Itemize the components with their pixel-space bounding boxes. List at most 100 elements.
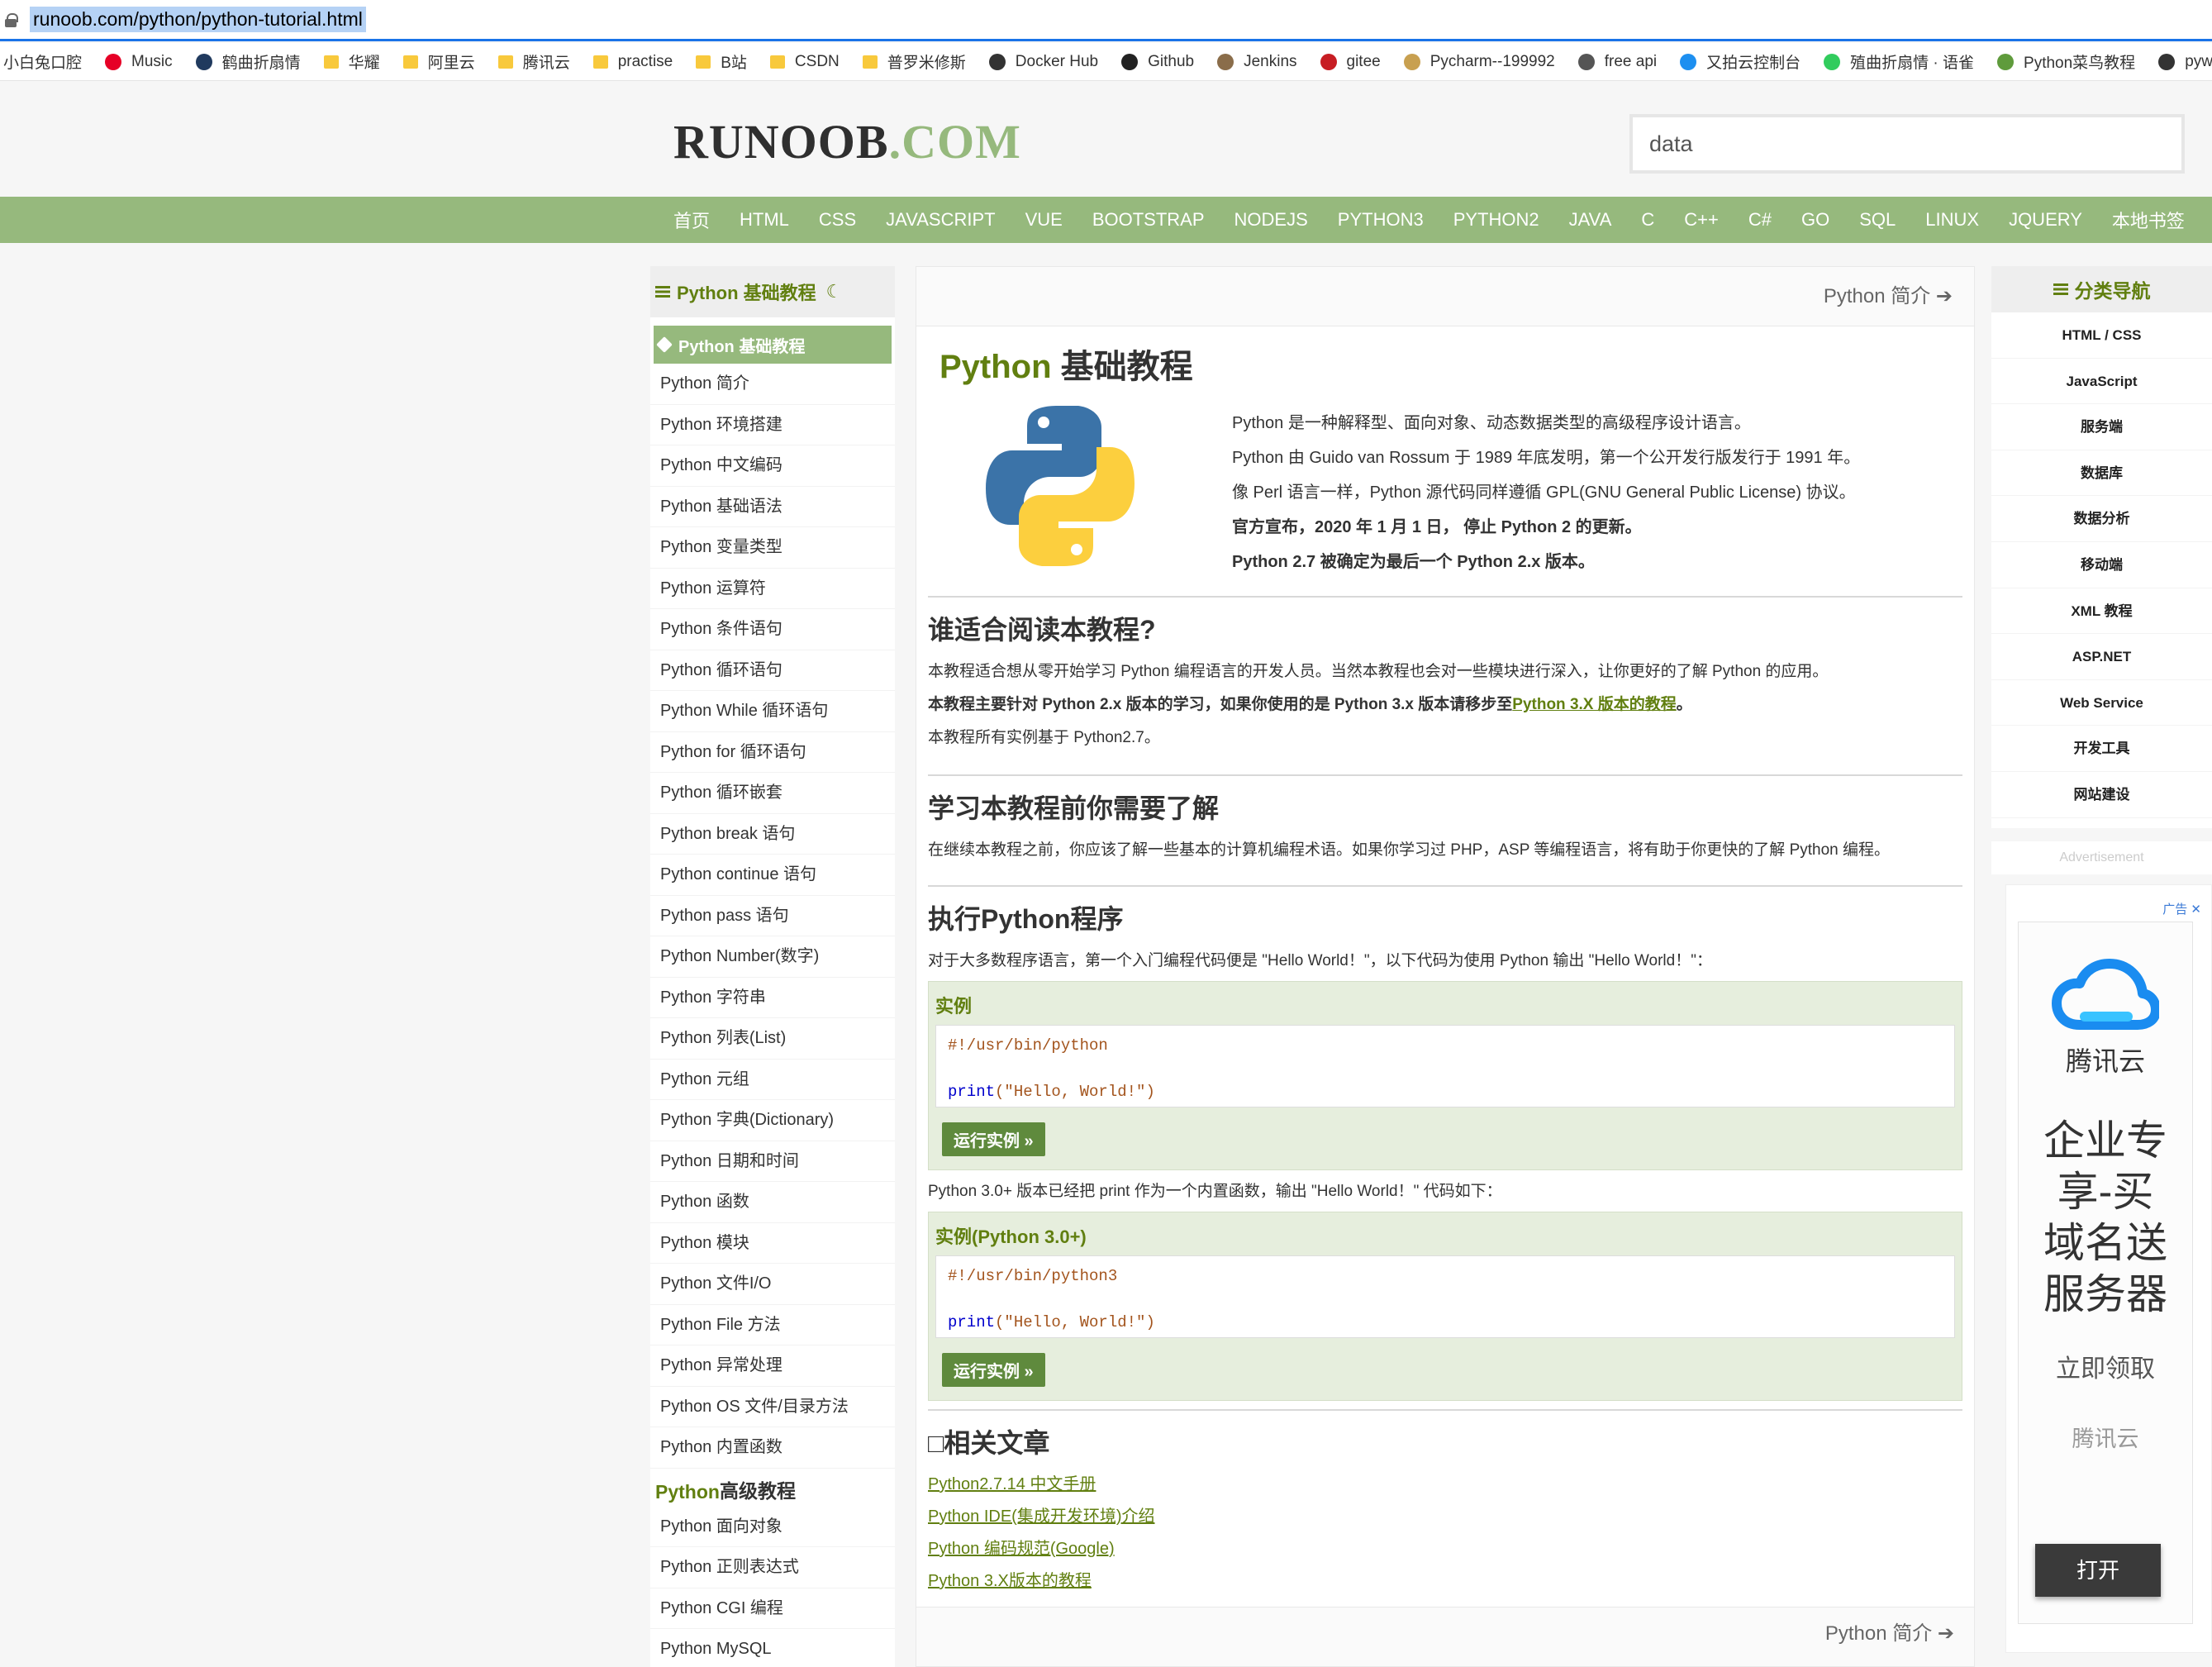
code-block[interactable]: #!/usr/bin/python print("Hello, World!") xyxy=(935,1025,1955,1107)
sidebar-item[interactable]: Python File 方法 xyxy=(650,1305,895,1346)
sidebar-item[interactable]: Python MySQL xyxy=(650,1629,895,1667)
sidebar-item[interactable]: Python 正则表达式 xyxy=(650,1547,895,1588)
nav-link[interactable]: HTML xyxy=(740,209,789,231)
category-link[interactable]: 数据分析 xyxy=(1991,496,2212,542)
sidebar-item[interactable]: Python 元组 xyxy=(650,1060,895,1100)
sidebar-item[interactable]: Python 文件I/O xyxy=(650,1264,895,1305)
sidebar-item[interactable]: Python 变量类型 xyxy=(650,527,895,569)
category-link[interactable]: JavaScript xyxy=(1991,359,2212,405)
ad-box[interactable]: 广告 ✕ 腾讯云 企业专 享-买 域名送 服务器 立即领取 腾讯云 打开 xyxy=(2005,884,2212,1653)
nav-link[interactable]: BOOTSTRAP xyxy=(1092,209,1205,231)
nav-link[interactable]: 首页 xyxy=(673,207,710,233)
nav-link[interactable]: PYTHON2 xyxy=(1453,209,1539,231)
next-page-link[interactable]: Python 简介 ➔ xyxy=(916,267,1974,326)
sidebar-item[interactable]: Python 运算符 xyxy=(650,569,895,609)
bookmark-item[interactable]: 小白兔口腔 xyxy=(3,50,82,73)
sidebar-item[interactable]: Python 循环语句 xyxy=(650,650,895,691)
sidebar-item[interactable]: Python OS 文件/目录方法 xyxy=(650,1387,895,1427)
nav-link[interactable]: JQUERY xyxy=(2009,209,2082,231)
nav-link[interactable]: C xyxy=(1641,209,1654,231)
moon-icon[interactable]: ☾ xyxy=(826,281,843,302)
sidebar-item[interactable]: Python 字典(Dictionary) xyxy=(650,1100,895,1141)
category-link[interactable]: XML 教程 xyxy=(1991,588,2212,635)
sidebar-item[interactable]: Python 列表(List) xyxy=(650,1018,895,1060)
sidebar-item[interactable]: Python CGI 编程 xyxy=(650,1588,895,1629)
related-article-link[interactable]: Python2.7.14 中文手册 xyxy=(928,1469,1962,1501)
runoob-logo[interactable]: RUNOOB.COM xyxy=(673,114,1021,169)
sidebar-item[interactable]: Python 内置函数 xyxy=(650,1427,895,1469)
category-link[interactable]: 网站建设 xyxy=(1991,772,2212,818)
category-link[interactable]: 服务端 xyxy=(1991,404,2212,450)
bookmark-item[interactable]: B站 xyxy=(696,50,747,73)
nav-link[interactable]: PYTHON3 xyxy=(1338,209,1424,231)
sidebar-item[interactable]: Python 日期和时间 xyxy=(650,1141,895,1182)
bookmark-item[interactable]: practise xyxy=(592,53,673,71)
bookmark-item[interactable]: Music xyxy=(105,53,173,71)
ad-content[interactable]: 腾讯云 企业专 享-买 域名送 服务器 立即领取 腾讯云 打开 xyxy=(2018,922,2193,1624)
address-bar[interactable]: runoob.com/python/python-tutorial.html xyxy=(0,0,2212,41)
category-link[interactable]: 移动端 xyxy=(1991,542,2212,588)
category-link[interactable]: 数据库 xyxy=(1991,450,2212,497)
sidebar-item[interactable]: Python pass 语句 xyxy=(650,896,895,936)
bookmark-item[interactable]: Github xyxy=(1121,53,1194,71)
nav-link[interactable]: GO xyxy=(1801,209,1829,231)
sidebar-item[interactable]: Python 中文编码 xyxy=(650,445,895,487)
nav-link[interactable]: C++ xyxy=(1684,209,1719,231)
sidebar-item[interactable]: Python 函数 xyxy=(650,1182,895,1223)
bookmark-item[interactable]: CSDN xyxy=(769,53,840,71)
nav-link[interactable]: SQL xyxy=(1859,209,1896,231)
sidebar-item[interactable]: Python 环境搭建 xyxy=(650,405,895,445)
bookmark-item[interactable]: Pycharm--199992 xyxy=(1403,53,1555,71)
bookmark-item[interactable]: 阿里云 xyxy=(402,50,475,73)
bookmark-item[interactable]: 普罗米修斯 xyxy=(862,50,966,73)
related-article-link[interactable]: Python 3.X版本的教程 xyxy=(928,1565,1962,1598)
sidebar-item[interactable]: Python break 语句 xyxy=(650,814,895,855)
python3-tutorial-link[interactable]: Python 3.X 版本的教程 xyxy=(1512,696,1676,713)
bookmark-item[interactable]: pywin xyxy=(2158,53,2212,71)
sidebar-item[interactable]: Python 条件语句 xyxy=(650,609,895,650)
nav-link[interactable]: LINUX xyxy=(1925,209,1979,231)
nav-link[interactable]: VUE xyxy=(1025,209,1063,231)
sidebar-item[interactable]: Python 字符串 xyxy=(650,978,895,1018)
sidebar-item[interactable]: Python 异常处理 xyxy=(650,1346,895,1387)
bookmark-item[interactable]: 华耀 xyxy=(323,50,380,73)
nav-link[interactable]: JAVA xyxy=(1569,209,1612,231)
sidebar-item[interactable]: Python 循环嵌套 xyxy=(650,773,895,814)
bookmark-item[interactable]: gitee xyxy=(1320,53,1381,71)
search-input[interactable]: data xyxy=(1629,114,2185,174)
sidebar-item[interactable]: Python 基础语法 xyxy=(650,487,895,527)
category-link[interactable]: HTML / CSS xyxy=(1991,312,2212,359)
nav-link[interactable]: C# xyxy=(1748,209,1772,231)
ad-close-icon[interactable]: 广告 ✕ xyxy=(2162,900,2201,917)
bookmark-item[interactable]: 腾讯云 xyxy=(497,50,570,73)
nav-link[interactable]: 本地书签 xyxy=(2112,207,2185,233)
code-block[interactable]: #!/usr/bin/python3 print("Hello, World!"… xyxy=(935,1255,1955,1338)
bookmark-item[interactable]: free api xyxy=(1577,53,1657,71)
run-example-button[interactable]: 运行实例 » xyxy=(942,1122,1045,1156)
ad-open-button[interactable]: 打开 xyxy=(2035,1544,2161,1597)
bookmark-item[interactable]: Docker Hub xyxy=(988,53,1098,71)
sidebar-item[interactable]: Python 模块 xyxy=(650,1223,895,1264)
bookmark-item[interactable]: 鹤曲折扇情 xyxy=(195,50,301,73)
bookmark-item[interactable]: 又拍云控制台 xyxy=(1680,50,1801,73)
nav-link[interactable]: CSS xyxy=(819,209,856,231)
bookmark-item[interactable]: Python菜鸟教程 xyxy=(1997,50,2135,73)
nav-link[interactable]: NODEJS xyxy=(1234,209,1308,231)
nav-link[interactable]: JAVASCRIPT xyxy=(886,209,995,231)
sidebar-item[interactable]: Python While 循环语句 xyxy=(650,691,895,732)
category-link[interactable]: Web Service xyxy=(1991,680,2212,726)
related-article-link[interactable]: Python 编码规范(Google) xyxy=(928,1533,1962,1565)
bottom-next-link[interactable]: Python 简介 ➔ xyxy=(916,1607,1974,1666)
url-text[interactable]: runoob.com/python/python-tutorial.html xyxy=(30,7,366,32)
sidebar-item[interactable]: Python Number(数字) xyxy=(650,936,895,978)
bookmark-item[interactable]: Jenkins xyxy=(1217,53,1297,71)
sidebar-item-active[interactable]: Python 基础教程 xyxy=(654,326,892,364)
category-link[interactable]: ASP.NET xyxy=(1991,634,2212,680)
sidebar-item[interactable]: Python continue 语句 xyxy=(650,855,895,896)
run-example-button[interactable]: 运行实例 » xyxy=(942,1353,1045,1387)
related-article-link[interactable]: Python IDE(集成开发环境)介绍 xyxy=(928,1501,1962,1533)
sidebar-item[interactable]: Python for 循环语句 xyxy=(650,732,895,773)
bookmark-item[interactable]: 殖曲折扇情 · 语雀 xyxy=(1824,50,1974,73)
sidebar-item[interactable]: Python 面向对象 xyxy=(650,1507,895,1547)
sidebar-item[interactable]: Python 简介 xyxy=(650,364,895,405)
